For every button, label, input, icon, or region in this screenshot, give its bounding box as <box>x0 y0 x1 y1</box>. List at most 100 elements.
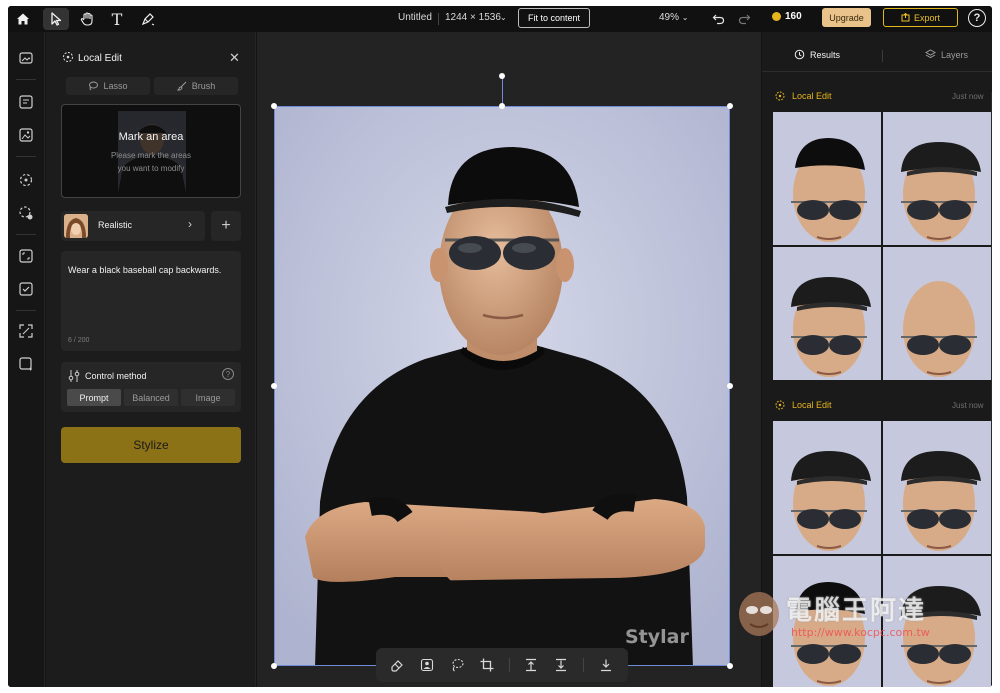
remove-background-icon[interactable] <box>16 354 36 374</box>
divider <box>16 310 36 311</box>
stylar-watermark: Stylar <box>625 626 689 648</box>
character-count: 6 / 200 <box>68 337 90 344</box>
undo-icon[interactable] <box>705 8 731 30</box>
hand-tool-icon[interactable] <box>74 8 100 30</box>
result-timestamp: Just now <box>952 401 984 410</box>
close-icon[interactable]: ✕ <box>229 50 240 66</box>
control-option-image[interactable]: Image <box>181 389 235 406</box>
mark-area-preview[interactable]: Mark an area Please mark the areas you w… <box>61 104 241 198</box>
coin-icon <box>772 12 781 21</box>
canvas-image[interactable] <box>274 106 730 666</box>
send-to-back-icon[interactable] <box>553 657 569 673</box>
text-to-image-icon[interactable] <box>16 92 36 112</box>
local-edit-icon <box>775 91 785 101</box>
local-edit-icon[interactable] <box>16 170 36 190</box>
resize-handle[interactable] <box>499 103 505 109</box>
mark-area-hint: Please mark the areas <box>110 151 192 160</box>
pen-tool-icon[interactable] <box>135 8 161 30</box>
expand-image-icon[interactable] <box>16 246 36 266</box>
image-variation-icon[interactable] <box>16 279 36 299</box>
site-url-watermark: http://www.kocpc.com.tw <box>791 626 930 639</box>
document-title[interactable]: Untitled <box>398 12 432 23</box>
brush-button[interactable]: Brush <box>154 77 238 95</box>
document-size[interactable]: 1244 × 1536 <box>445 12 501 23</box>
lasso-icon[interactable] <box>449 657 465 673</box>
result-group-header: Local Edit <box>775 91 832 101</box>
redo-icon[interactable] <box>731 8 757 30</box>
lasso-button[interactable]: Lasso <box>66 77 150 95</box>
stylize-button[interactable]: Stylize <box>61 427 241 463</box>
crop-icon[interactable] <box>479 657 495 673</box>
divider <box>583 658 584 672</box>
eraser-icon[interactable] <box>389 657 405 673</box>
resize-handle[interactable] <box>727 663 733 669</box>
resize-handle[interactable] <box>271 663 277 669</box>
mark-area-title: Mark an area <box>118 131 184 143</box>
select-subject-icon[interactable] <box>419 657 435 673</box>
style-thumbnail <box>64 214 88 238</box>
chevron-down-icon: ⌄ <box>681 13 689 22</box>
zoom-value: 49% <box>659 12 680 23</box>
divider <box>16 234 36 235</box>
divider <box>509 658 510 672</box>
control-option-prompt[interactable]: Prompt <box>67 389 121 406</box>
tool-rail <box>8 32 45 687</box>
select-tool-icon[interactable] <box>43 8 69 30</box>
mark-area-hint: you want to modify <box>117 164 185 173</box>
resize-handle[interactable] <box>727 383 733 389</box>
export-button[interactable]: Export <box>883 8 958 27</box>
help-button[interactable]: ? <box>968 9 986 27</box>
tab-results-label: Results <box>810 49 841 60</box>
object-remove-icon[interactable] <box>16 203 36 223</box>
credits-counter[interactable]: 160 <box>772 11 802 22</box>
chevron-down-icon[interactable]: ⌄ <box>500 13 507 22</box>
lasso-icon <box>89 81 99 91</box>
history-icon <box>794 49 805 60</box>
add-style-button[interactable]: + <box>211 211 241 241</box>
tab-layers[interactable]: Layers <box>925 49 968 60</box>
export-label: Export <box>913 12 940 23</box>
result-thumbnail[interactable] <box>883 247 991 380</box>
mascot-watermark <box>739 592 779 636</box>
text-tool-icon[interactable]: T <box>104 8 130 30</box>
result-grid <box>773 421 991 687</box>
download-icon[interactable] <box>598 657 614 673</box>
top-bar: T Untitled 1244 × 1536 ⌄ Fit to content … <box>8 6 992 32</box>
result-group-label: Local Edit <box>792 91 832 101</box>
brush-label: Brush <box>191 81 216 91</box>
zoom-level[interactable]: 49% ⌄ <box>659 12 689 23</box>
upgrade-button[interactable]: Upgrade <box>822 8 871 27</box>
scrollbar[interactable] <box>991 92 992 682</box>
home-icon[interactable] <box>10 8 36 30</box>
lasso-label: Lasso <box>103 81 128 91</box>
divider <box>762 71 992 72</box>
resize-handle[interactable] <box>727 103 733 109</box>
tab-results[interactable]: Results <box>794 49 840 60</box>
bring-to-front-icon[interactable] <box>523 657 539 673</box>
result-thumbnail[interactable] <box>773 112 881 245</box>
image-to-image-icon[interactable] <box>16 125 36 145</box>
style-name: Realistic <box>98 220 133 230</box>
control-method-title: Control method <box>85 371 147 381</box>
result-thumbnail[interactable] <box>883 112 991 245</box>
result-thumbnail[interactable] <box>773 247 881 380</box>
result-timestamp: Just now <box>952 92 984 101</box>
divider <box>882 50 883 62</box>
upload-image-icon[interactable] <box>16 48 36 68</box>
layers-icon <box>925 49 936 59</box>
chevron-right-icon: › <box>188 217 192 231</box>
control-option-balanced[interactable]: Balanced <box>124 389 178 406</box>
result-thumbnail[interactable] <box>883 421 991 554</box>
export-icon <box>901 13 910 22</box>
tab-layers-label: Layers <box>941 49 969 60</box>
help-icon[interactable]: ? <box>222 368 234 380</box>
upscale-icon[interactable] <box>16 321 36 341</box>
prompt-input[interactable]: Wear a black baseball cap backwards. 6 /… <box>61 251 241 351</box>
style-selector[interactable]: Realistic › <box>61 211 205 241</box>
resize-handle[interactable] <box>271 383 277 389</box>
resize-handle[interactable] <box>271 103 277 109</box>
result-thumbnail[interactable] <box>773 421 881 554</box>
fit-to-content-button[interactable]: Fit to content <box>518 8 590 28</box>
rotate-handle[interactable] <box>499 73 505 79</box>
canvas-area[interactable] <box>257 32 761 687</box>
